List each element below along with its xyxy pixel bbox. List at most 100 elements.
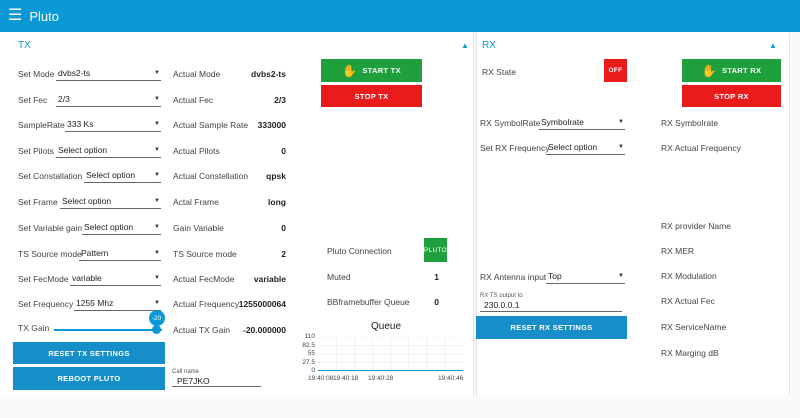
tx-status-label: TS Source mode bbox=[173, 249, 237, 259]
y-tick-label: 82.5 bbox=[302, 341, 315, 349]
tx-setting-value: Select option bbox=[86, 170, 136, 180]
tx-status-label: Actual Pilots bbox=[173, 146, 220, 156]
reset-tx-settings-button[interactable]: RESET TX SETTINGS bbox=[13, 342, 165, 364]
tx-setting-select[interactable]: Pattern ▼ bbox=[79, 248, 161, 261]
queue-chart-title: Queue bbox=[371, 321, 402, 332]
chevron-down-icon: ▼ bbox=[154, 147, 160, 153]
x-tick-label: 19:40:28 bbox=[368, 375, 394, 382]
chevron-down-icon: ▼ bbox=[154, 275, 160, 281]
tx-setting-select[interactable]: Select option ▼ bbox=[82, 222, 161, 235]
tx-setting-label: SampleRate bbox=[18, 120, 65, 130]
tx-status-value: long bbox=[268, 197, 286, 207]
start-rx-label: START RX bbox=[721, 66, 762, 75]
rx-symbolrate-value: Symbolrate bbox=[541, 117, 584, 127]
pluto-connection-label: Pluto Connection bbox=[327, 246, 392, 256]
stop-tx-button[interactable]: STOP TX bbox=[321, 85, 422, 107]
tx-setting-label: Set Variable gain bbox=[18, 223, 83, 233]
rx-ts-output-input[interactable]: 230.0.0.1 bbox=[484, 300, 519, 310]
tx-setting-label: Set Constallation bbox=[18, 171, 83, 181]
tx-setting-value: variable bbox=[72, 273, 102, 283]
menu-icon[interactable]: ☰ bbox=[8, 8, 22, 24]
rx-status-label: RX MER bbox=[661, 246, 695, 256]
tx-status-value: 2/3 bbox=[274, 95, 286, 105]
tx-setting-select[interactable]: Select option ▼ bbox=[84, 170, 161, 183]
tx-setting-value: Select option bbox=[58, 145, 108, 155]
chevron-down-icon: ▼ bbox=[154, 172, 160, 178]
x-tick-label: 19:40:18 bbox=[333, 375, 359, 382]
tx-setting-select[interactable]: variable ▼ bbox=[70, 273, 161, 286]
callname-underline bbox=[172, 386, 261, 387]
pluto-connection-badge: PLUTO bbox=[424, 238, 447, 262]
tx-setting-select[interactable]: 1255 Mhz ▼ bbox=[74, 298, 161, 311]
tx-setting-value: 333 Ks bbox=[67, 119, 94, 129]
app-bar: ☰ Pluto bbox=[0, 0, 800, 32]
chevron-down-icon: ▼ bbox=[154, 250, 160, 256]
rx-ts-output-label: RX TS output to bbox=[480, 293, 523, 299]
tx-setting-label: Set Fec bbox=[18, 95, 48, 105]
tx-header: TX bbox=[18, 40, 31, 51]
y-tick-label: 27.5 bbox=[302, 358, 315, 366]
tx-status-value: dvbs2-ts bbox=[251, 69, 286, 79]
rx-state-label: RX State bbox=[482, 67, 517, 77]
rx-header: RX bbox=[482, 40, 496, 51]
tx-status-value: qpsk bbox=[266, 171, 286, 181]
rx-frequency-select[interactable]: Select option ▼ bbox=[546, 142, 625, 155]
rx-frequency-label: Set RX Frequency bbox=[480, 143, 550, 153]
tx-setting-value: Pattern bbox=[81, 248, 109, 258]
stop-rx-button[interactable]: STOP RX bbox=[682, 85, 781, 107]
reset-rx-settings-button[interactable]: RESET RX SETTINGS bbox=[476, 316, 627, 339]
chevron-down-icon: ▼ bbox=[618, 144, 624, 150]
rx-collapse-icon[interactable]: ▲ bbox=[769, 41, 777, 50]
tx-setting-label: Set Mode bbox=[18, 69, 55, 79]
rx-status-label: RX ServiceName bbox=[661, 322, 727, 332]
tx-setting-label: TS Source mode bbox=[18, 249, 82, 259]
tx-status-value: -20.000000 bbox=[242, 325, 286, 335]
rx-frequency-value: Select option bbox=[548, 142, 598, 152]
tx-setting-select[interactable]: dvbs2-ts ▼ bbox=[56, 68, 161, 81]
rx-status-label: RX Symbolrate bbox=[661, 118, 719, 128]
muted-value: 1 bbox=[434, 272, 439, 282]
tx-status-label: Actual Fec bbox=[173, 95, 214, 105]
chevron-down-icon: ▼ bbox=[154, 121, 160, 127]
tx-setting-select[interactable]: Select option ▼ bbox=[60, 196, 161, 209]
rx-status-label: RX Marging dB bbox=[661, 348, 719, 358]
tx-status-value: variable bbox=[253, 274, 286, 284]
rx-antenna-select[interactable]: Top ▼ bbox=[546, 271, 625, 284]
start-tx-label: START TX bbox=[362, 66, 401, 75]
x-tick-label: 19:40:46 bbox=[438, 375, 464, 382]
tx-setting-label: Set FecMode bbox=[18, 274, 69, 284]
y-tick-label: 110 bbox=[304, 333, 315, 340]
tx-setting-value: Select option bbox=[62, 196, 112, 206]
rx-symbolrate-select[interactable]: Symbolrate ▼ bbox=[539, 117, 625, 130]
app-title: Pluto bbox=[29, 8, 59, 24]
bbframe-label: BBframebuffer Queue bbox=[327, 297, 410, 307]
queue-chart bbox=[318, 337, 463, 371]
tx-setting-label: Set Frequency bbox=[18, 299, 74, 309]
tx-collapse-icon[interactable]: ▲ bbox=[461, 41, 469, 50]
reboot-pluto-button[interactable]: REBOOT PLUTO bbox=[13, 367, 165, 390]
hand-icon: ✋ bbox=[701, 63, 717, 78]
callname-label: Call name bbox=[172, 369, 200, 375]
tx-setting-select[interactable]: Select option ▼ bbox=[56, 145, 161, 158]
start-rx-button[interactable]: ✋ START RX bbox=[682, 59, 781, 82]
x-tick-label: 19:40:08 bbox=[308, 375, 334, 382]
tx-setting-select[interactable]: 333 Ks ▼ bbox=[65, 119, 161, 132]
chevron-down-icon: ▼ bbox=[154, 70, 160, 76]
tx-setting-label: Set Pilots bbox=[18, 146, 54, 156]
tx-setting-select[interactable]: 2/3 ▼ bbox=[56, 94, 161, 107]
tx-status-label: Actual FecMode bbox=[173, 274, 235, 284]
muted-label: Muted bbox=[327, 272, 351, 282]
tx-status-label: Actual TX Gain bbox=[173, 325, 231, 335]
callname-input[interactable]: PE7JKO bbox=[177, 376, 210, 386]
tx-status-value: 1255000064 bbox=[238, 299, 286, 309]
tx-setting-value: Select option bbox=[84, 222, 134, 232]
start-tx-button[interactable]: ✋ START TX bbox=[321, 59, 422, 82]
tx-gain-label: TX Gain bbox=[18, 323, 50, 333]
chevron-down-icon: ▼ bbox=[154, 224, 160, 230]
chevron-down-icon: ▼ bbox=[618, 119, 624, 125]
chevron-down-icon: ▼ bbox=[154, 300, 160, 306]
rx-symbolrate-label: RX SymbolRate bbox=[480, 118, 541, 128]
tx-gain-slider[interactable] bbox=[54, 329, 162, 331]
chevron-down-icon: ▼ bbox=[154, 198, 160, 204]
tx-setting-value: dvbs2-ts bbox=[58, 68, 91, 78]
